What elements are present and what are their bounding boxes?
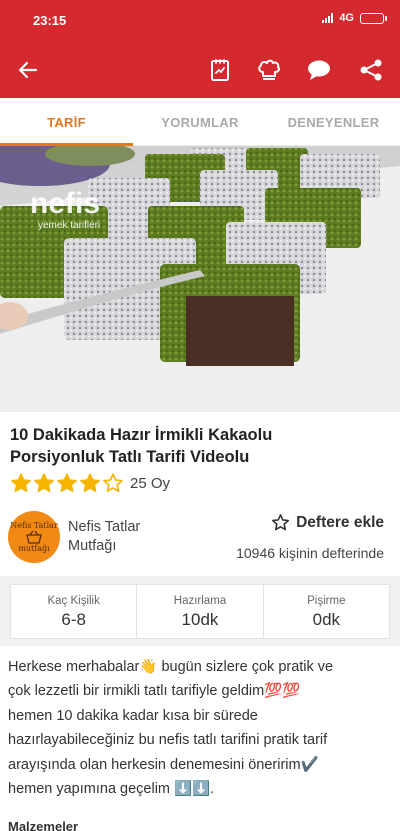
share-icon[interactable] bbox=[357, 56, 385, 84]
avatar-text-bottom: mutfağı bbox=[18, 544, 50, 553]
prep-time-info: Hazırlama 10dk bbox=[136, 585, 262, 638]
notebook-count: 10946 kişinin defterinde bbox=[236, 545, 384, 561]
add-to-notebook-button[interactable]: Deftere ekle bbox=[271, 513, 384, 532]
comment-icon[interactable] bbox=[305, 56, 333, 84]
description-line: hemen yapımına geçelim ⬇️⬇️. bbox=[8, 781, 215, 798]
dessert-photo: nefis yemek tarifleri bbox=[0, 146, 400, 412]
basket-icon bbox=[26, 530, 42, 544]
star-filled-icon[interactable] bbox=[10, 472, 32, 494]
servings-value: 6-8 bbox=[61, 610, 86, 629]
description-line: hemen 10 dakika kadar kısa bir sürede bbox=[8, 707, 258, 724]
recipe-image[interactable]: nefis yemek tarifleri bbox=[0, 146, 400, 412]
description-line: hazırlayabileceğiniz bu nefis tatlı tari… bbox=[8, 732, 328, 749]
star-filled-icon[interactable] bbox=[33, 472, 55, 494]
rating-stars[interactable] bbox=[10, 472, 125, 494]
prep-time-value: 10dk bbox=[181, 610, 219, 629]
servings-info: Kaç Kişilik 6-8 bbox=[11, 585, 136, 638]
recipe-title-line1: 10 Dakikada Hazır İrmikli Kakaolu bbox=[10, 426, 273, 444]
author-avatar[interactable]: Nefis Tatlar mutfağı bbox=[8, 511, 60, 563]
battery-icon bbox=[360, 12, 387, 24]
ingredients-heading: Malzemeler bbox=[8, 819, 79, 831]
watermark-brand: nefis bbox=[30, 187, 100, 220]
status-bar: 23:15 4G bbox=[0, 0, 400, 42]
cook-time-info: Pişirme 0dk bbox=[262, 585, 389, 638]
back-arrow-icon[interactable] bbox=[14, 56, 42, 84]
author-name-line1: Nefis Tatlar bbox=[68, 519, 141, 535]
star-filled-icon[interactable] bbox=[79, 472, 101, 494]
author-block[interactable]: Nefis Tatlar mutfağı Nefis Tatlar Mutfağ… bbox=[8, 511, 140, 563]
status-time: 23:15 bbox=[33, 13, 67, 28]
recipe-rating[interactable]: 25 Oy bbox=[10, 472, 170, 494]
tab-recipe[interactable]: TARİF bbox=[0, 98, 133, 146]
servings-label: Kaç Kişilik bbox=[47, 595, 100, 607]
app-toolbar bbox=[0, 42, 400, 98]
author-name[interactable]: Nefis Tatlar Mutfağı bbox=[68, 518, 140, 556]
signal-icon bbox=[322, 13, 334, 23]
star-filled-icon[interactable] bbox=[56, 472, 78, 494]
watermark-sub: yemek tarifleri bbox=[38, 220, 100, 231]
tab-comments[interactable]: YORUMLAR bbox=[133, 98, 267, 146]
cook-time-value: 0dk bbox=[312, 610, 341, 629]
recipe-title-line2: Porsiyonluk Tatlı Tarifi Videolu bbox=[10, 448, 250, 466]
recipe-info-box: Kaç Kişilik 6-8 Hazırlama 10dk Pişirme 0… bbox=[10, 584, 390, 639]
network-label: 4G bbox=[339, 12, 354, 24]
star-outline-icon bbox=[272, 514, 290, 531]
author-name-line2: Mutfağı bbox=[68, 538, 117, 554]
description-line: çok lezzetli bir irmikli tatlı tarifiyle… bbox=[8, 683, 301, 700]
description-line: Herkese merhabalar👋 bugün sizlere çok pr… bbox=[8, 659, 334, 675]
recipe-tabs: TARİF YORUMLAR DENEYENLER bbox=[0, 98, 400, 146]
prep-time-label: Hazırlama bbox=[173, 595, 227, 607]
add-to-notebook-label: Deftere ekle bbox=[296, 513, 384, 531]
recipe-title: 10 Dakikada Hazır İrmikli Kakaolu Porsiy… bbox=[10, 424, 390, 468]
rating-count: 25 Oy bbox=[130, 474, 171, 492]
tab-tried[interactable]: DENEYENLER bbox=[267, 98, 400, 146]
description-line: arayışında olan herkesin denemesini öner… bbox=[8, 756, 319, 773]
cook-time-label: Pişirme bbox=[307, 595, 346, 607]
status-icons: 4G bbox=[322, 12, 387, 24]
shopping-list-icon[interactable] bbox=[206, 56, 234, 84]
avatar-text-top: Nefis Tatlar bbox=[10, 521, 58, 530]
chef-hat-icon[interactable] bbox=[255, 56, 283, 84]
star-empty-icon[interactable] bbox=[102, 472, 124, 494]
recipe-description: Herkese merhabalar👋 bugün sizlere çok pr… bbox=[8, 655, 393, 801]
recipe-info-section: Kaç Kişilik 6-8 Hazırlama 10dk Pişirme 0… bbox=[0, 576, 400, 646]
